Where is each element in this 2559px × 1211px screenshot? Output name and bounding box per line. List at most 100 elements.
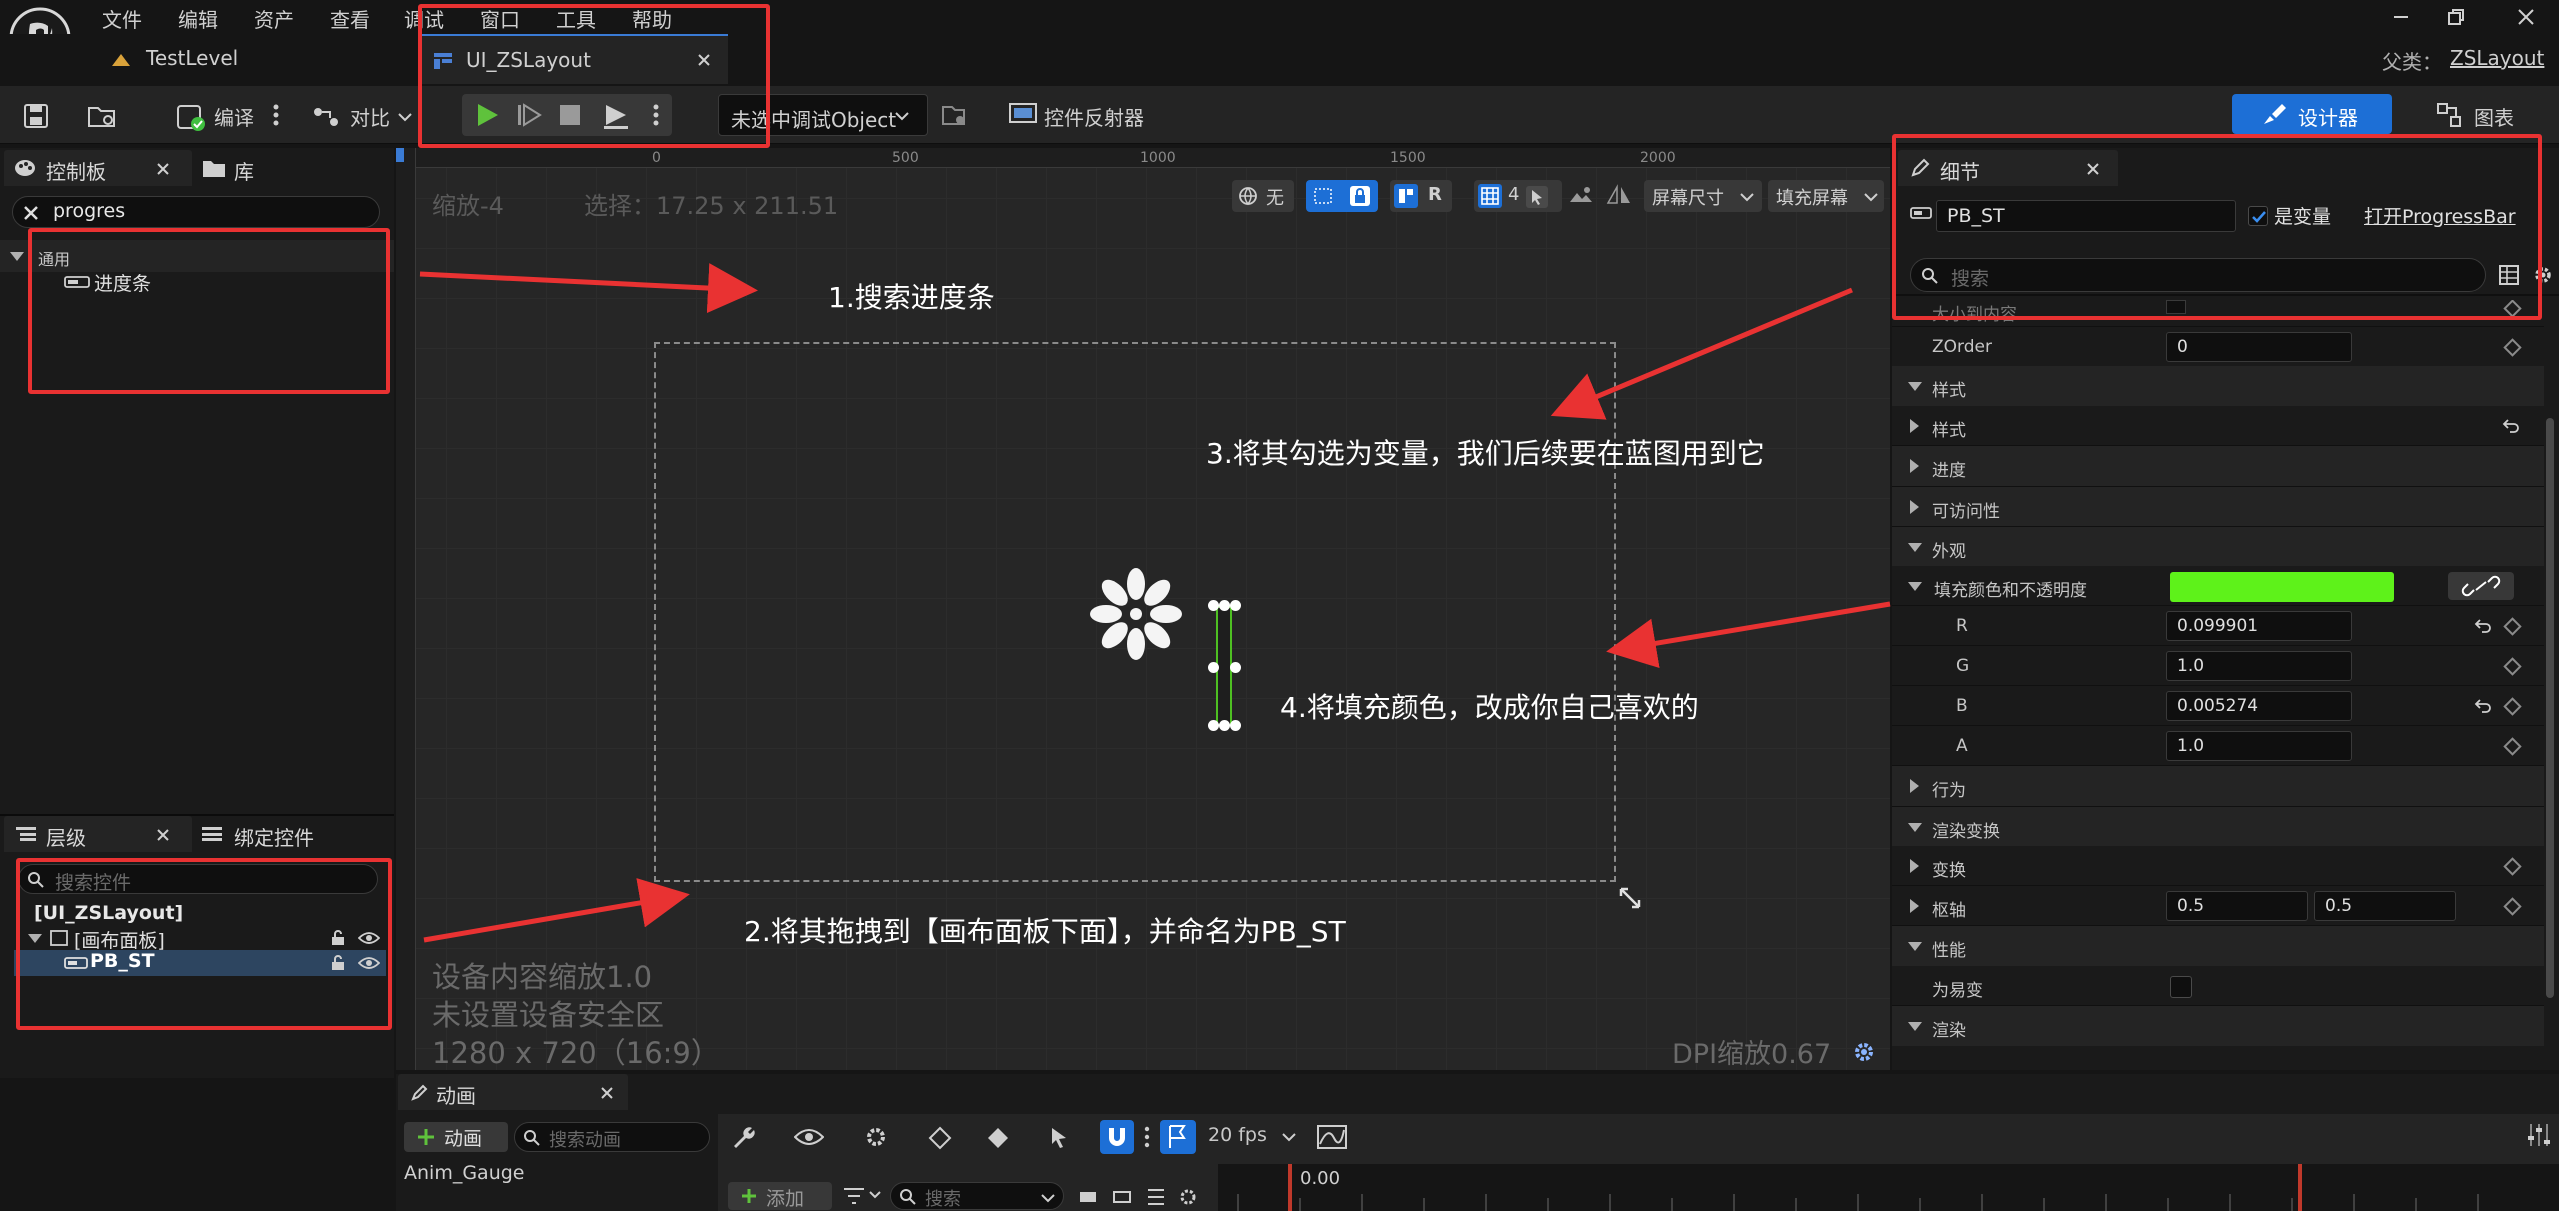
tab-testlevel[interactable]: TestLevel [146, 46, 238, 70]
compile-icon[interactable] [176, 102, 206, 132]
prop-row-pivot[interactable]: 枢轴 0.5 0.5 [1892, 886, 2544, 926]
close-window-icon[interactable] [2515, 6, 2537, 28]
menu-view[interactable]: 查看 [330, 4, 370, 33]
lock-icon[interactable] [330, 955, 346, 971]
selection-handle[interactable] [1208, 720, 1219, 731]
mirror-icon[interactable] [1606, 184, 1632, 206]
menu-debug[interactable]: 调试 [404, 4, 444, 33]
localization-button[interactable]: 无 [1232, 180, 1294, 212]
eye-icon[interactable] [794, 1126, 824, 1148]
timeline-tools-icon[interactable] [1078, 1186, 1198, 1208]
link-color-button[interactable] [2448, 572, 2514, 600]
open-progressbar-link[interactable]: 打开ProgressBar [2364, 202, 2516, 229]
chevron-down-icon[interactable] [398, 112, 412, 122]
add-track-button[interactable]: 添加 [728, 1182, 832, 1210]
keyframe-diamond-icon[interactable] [2503, 737, 2522, 756]
palette-item-progress-bar[interactable]: 进度条 [94, 269, 151, 296]
selection-handle[interactable] [1219, 720, 1230, 731]
widget-name-field[interactable]: PB_ST [1936, 200, 2236, 232]
g-value-field[interactable]: 1.0 [2166, 651, 2352, 681]
tree-root-ui-zslayout[interactable]: [UI_ZSLayout] [34, 902, 183, 924]
keyframe-diamond-icon[interactable] [928, 1126, 952, 1150]
compile-button[interactable]: 编译 [214, 102, 254, 131]
keyframe-diamond-icon[interactable] [2503, 697, 2522, 716]
play-options-icon[interactable] [652, 102, 660, 128]
sequencer-settings-icon[interactable] [2526, 1120, 2552, 1150]
table-view-icon[interactable] [2498, 264, 2520, 286]
keyframe-diamond-icon[interactable] [2503, 338, 2522, 357]
selection-handle[interactable] [1219, 600, 1230, 611]
is-variable-checkbox[interactable] [2248, 206, 2268, 226]
category-accessibility[interactable]: 可访问性 [1892, 486, 2544, 526]
debug-object-select[interactable]: 未选中调试Object [718, 94, 928, 136]
browse-icon[interactable] [86, 102, 118, 130]
compile-options-icon[interactable] [272, 102, 280, 128]
zorder-field[interactable]: 0 [2166, 332, 2352, 362]
category-progress[interactable]: 进度 [1892, 446, 2544, 486]
hierarchy-search-input[interactable]: 搜索控件 [18, 864, 378, 894]
keyframe-diamond-icon[interactable] [2503, 300, 2522, 318]
save-icon[interactable] [22, 102, 50, 130]
prop-row-transform[interactable]: 变换 [1892, 846, 2544, 886]
fill-color-swatch[interactable] [2170, 572, 2394, 602]
keyframe-diamond-icon[interactable] [2503, 657, 2522, 676]
cursor-select-icon[interactable] [1046, 1124, 1074, 1152]
reset-arrow-icon[interactable] [2474, 618, 2492, 634]
tab-palette[interactable]: 控制板 [4, 150, 192, 186]
tab-ui-zslayout[interactable]: UI_ZSLayout [418, 34, 728, 84]
timeline-ruler[interactable]: 0.00 [1218, 1164, 2559, 1211]
expand-arrow-icon[interactable] [28, 934, 42, 943]
fill-screen-dropdown[interactable]: 填充屏幕 [1768, 180, 1884, 212]
menu-help[interactable]: 帮助 [632, 4, 672, 33]
category-style[interactable]: 样式 [1892, 366, 2544, 406]
graph-mode-button[interactable]: 图表 [2474, 102, 2514, 131]
debug-filter-icon[interactable] [940, 102, 968, 128]
lock-icon[interactable] [330, 930, 346, 946]
prop-row-style[interactable]: 样式 [1892, 406, 2544, 446]
play-icon[interactable] [474, 102, 500, 128]
menu-edit[interactable]: 编辑 [178, 4, 218, 33]
reset-arrow-icon[interactable] [2502, 418, 2520, 434]
chevron-down-icon[interactable] [1282, 1132, 1296, 1142]
settings-gear-icon[interactable] [2532, 264, 2554, 286]
close-tab-icon[interactable] [156, 162, 170, 176]
b-value-field[interactable]: 0.005274 [2166, 691, 2352, 721]
eye-icon[interactable] [358, 930, 380, 946]
fps-dropdown[interactable]: 20 fps [1208, 1124, 1267, 1146]
tab-details[interactable]: 细节 [1898, 150, 2118, 186]
stop-icon[interactable] [558, 103, 582, 127]
palette-category-common[interactable]: 通用 [0, 240, 394, 272]
grid-snap-button[interactable]: 4 [1474, 180, 1562, 212]
r-value-field[interactable]: 0.099901 [2166, 611, 2352, 641]
palette-search-input[interactable]: progres [12, 196, 380, 228]
more-options-icon[interactable] [1144, 1124, 1150, 1150]
animation-list-item[interactable]: Anim_Gauge [404, 1162, 525, 1184]
minimize-icon[interactable] [2390, 6, 2412, 28]
anchor-icon[interactable] [1086, 564, 1186, 664]
close-tab-icon[interactable] [2086, 162, 2100, 176]
resize-handle-icon[interactable] [1618, 886, 1642, 910]
wrench-icon[interactable] [730, 1124, 756, 1150]
tab-bind-widgets[interactable]: 绑定控件 [234, 822, 314, 851]
pivot-x-field[interactable]: 0.5 [2166, 891, 2308, 921]
keyframe-diamond-icon[interactable] [2503, 857, 2522, 876]
category-appearance[interactable]: 外观 [1892, 526, 2544, 566]
designer-mode-button[interactable]: 设计器 [2232, 94, 2392, 134]
eject-icon[interactable] [602, 102, 630, 130]
selection-handle[interactable] [1230, 662, 1241, 673]
close-tab-icon[interactable] [600, 1086, 614, 1100]
key-filled-icon[interactable] [986, 1126, 1010, 1150]
details-search-input[interactable]: 搜索 [1910, 258, 2486, 292]
selection-handle[interactable] [1230, 600, 1241, 611]
diff-button[interactable]: 对比 [350, 102, 390, 131]
tree-item-pb-st[interactable]: PB_ST [14, 950, 386, 976]
a-value-field[interactable]: 1.0 [2166, 731, 2352, 761]
close-tab-icon[interactable] [156, 828, 170, 842]
selection-handle[interactable] [1208, 600, 1219, 611]
tab-library[interactable]: 库 [234, 156, 254, 185]
diff-icon[interactable] [312, 104, 342, 130]
keyframe-diamond-icon[interactable] [2503, 897, 2522, 916]
expand-arrow-icon[interactable] [1908, 582, 1922, 591]
close-tab-icon[interactable] [696, 52, 712, 68]
category-render-transform[interactable]: 渲染变换 [1892, 806, 2544, 846]
